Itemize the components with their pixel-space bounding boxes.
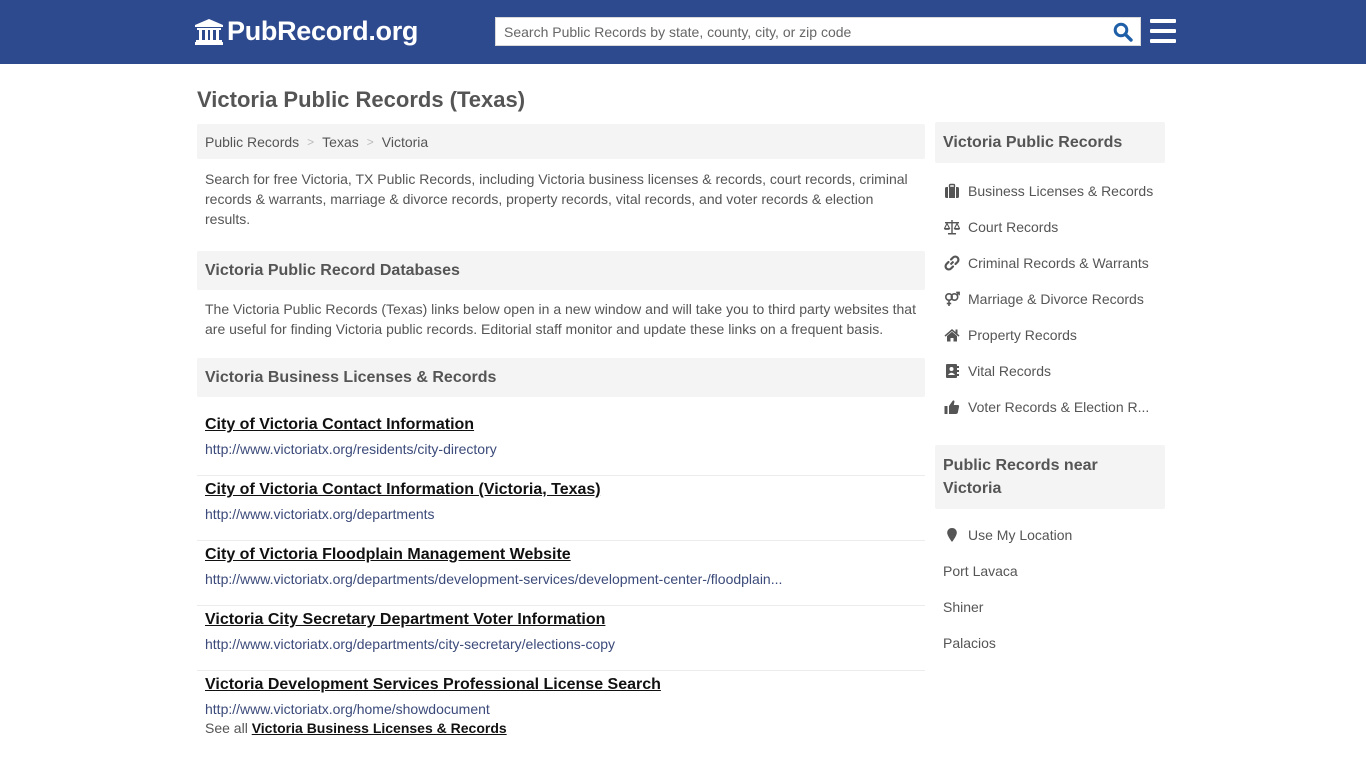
sidebar-item-label: Court Records	[968, 219, 1059, 235]
sidebar-item-property-records[interactable]: Property Records	[935, 317, 1165, 353]
intro-text: Search for free Victoria, TX Public Reco…	[205, 171, 908, 227]
search-bar	[495, 17, 1141, 46]
thumbs-up-icon	[943, 399, 960, 415]
address-book-icon	[943, 363, 960, 379]
business-heading: Victoria Business Licenses & Records	[197, 358, 925, 397]
sidebar-item-criminal-records[interactable]: Criminal Records & Warrants	[935, 245, 1165, 281]
record-link-title[interactable]: City of Victoria Contact Information	[205, 415, 917, 435]
sidebar-records-heading: Victoria Public Records	[935, 122, 1165, 163]
record-link-title[interactable]: City of Victoria Contact Information (Vi…	[205, 480, 917, 500]
sidebar-item-voter-records[interactable]: Voter Records & Election R...	[935, 389, 1165, 425]
business-link-list: City of Victoria Contact Information htt…	[197, 411, 925, 736]
sidebar-item-label: Marriage & Divorce Records	[968, 291, 1144, 307]
site-logo[interactable]: PubRecord.org	[195, 16, 418, 47]
sidebar-records-list: Business Licenses & Records Court Record…	[935, 163, 1165, 425]
sidebar-near-heading: Public Records near Victoria	[935, 445, 1165, 509]
search-button[interactable]	[1106, 18, 1140, 45]
sidebar-item-label: Criminal Records & Warrants	[968, 255, 1149, 271]
nearby-places-list: Use My Location Port Lavaca Shiner Palac…	[935, 509, 1165, 661]
use-my-location-label: Use My Location	[968, 527, 1073, 543]
databases-heading: Victoria Public Record Databases	[197, 251, 925, 290]
sidebar: Victoria Public Records Business License…	[935, 122, 1165, 661]
nearby-place-shiner[interactable]: Shiner	[935, 589, 1165, 625]
top-navigation-bar: PubRecord.org	[0, 0, 1366, 64]
sidebar-item-label: Vital Records	[968, 363, 1052, 379]
menu-bar-line	[1150, 19, 1176, 23]
menu-bar-line	[1150, 29, 1176, 33]
breadcrumb-public-records[interactable]: Public Records	[205, 134, 299, 150]
search-icon	[1113, 22, 1133, 42]
balance-scale-icon	[943, 219, 960, 235]
record-link-url: http://www.victoriatx.org/residents/city…	[205, 441, 497, 457]
record-link-title[interactable]: City of Victoria Floodplain Management W…	[205, 545, 917, 565]
list-item: Victoria City Secretary Department Voter…	[197, 606, 925, 671]
hamburger-menu-icon[interactable]	[1150, 19, 1176, 43]
home-icon	[943, 327, 960, 343]
breadcrumb-separator: >	[366, 134, 374, 149]
sidebar-item-label: Business Licenses & Records	[968, 183, 1154, 199]
sidebar-item-vital-records[interactable]: Vital Records	[935, 353, 1165, 389]
menu-bar-line	[1150, 39, 1176, 43]
venus-mars-icon	[943, 291, 960, 307]
nearby-place-port-lavaca[interactable]: Port Lavaca	[935, 553, 1165, 589]
see-all-link[interactable]: Victoria Business Licenses & Records	[252, 720, 507, 736]
briefcase-icon	[943, 183, 960, 199]
see-all-prefix: See all	[205, 720, 248, 736]
list-item: City of Victoria Contact Information (Vi…	[197, 476, 925, 541]
see-all-row: See all Victoria Business Licenses & Rec…	[197, 720, 925, 736]
record-link-title[interactable]: Victoria Development Services Profession…	[205, 675, 917, 695]
list-item: City of Victoria Floodplain Management W…	[197, 541, 925, 606]
breadcrumb: Public Records > Texas > Victoria	[197, 124, 925, 159]
databases-description: The Victoria Public Records (Texas) link…	[205, 301, 916, 337]
record-link-url: http://www.victoriatx.org/departments/ci…	[205, 636, 616, 652]
sidebar-item-court-records[interactable]: Court Records	[935, 209, 1165, 245]
record-link-url: http://www.victoriatx.org/home/showdocum…	[205, 701, 490, 717]
nearby-place-palacios[interactable]: Palacios	[935, 625, 1165, 661]
sidebar-item-label: Voter Records & Election R...	[968, 399, 1150, 415]
main-content: Public Records > Texas > Victoria Search…	[197, 124, 925, 736]
record-link-title[interactable]: Victoria City Secretary Department Voter…	[205, 610, 917, 630]
sidebar-item-business-licenses[interactable]: Business Licenses & Records	[935, 173, 1165, 209]
record-link-url: http://www.victoriatx.org/departments/de…	[205, 571, 783, 587]
sidebar-item-marriage-divorce[interactable]: Marriage & Divorce Records	[935, 281, 1165, 317]
courthouse-icon	[195, 18, 223, 45]
breadcrumb-separator: >	[307, 134, 315, 149]
breadcrumb-texas[interactable]: Texas	[322, 134, 359, 150]
list-item: City of Victoria Contact Information htt…	[197, 411, 925, 476]
breadcrumb-victoria[interactable]: Victoria	[382, 134, 428, 150]
sidebar-item-label: Property Records	[968, 327, 1077, 343]
map-marker-icon	[943, 527, 960, 543]
record-link-url: http://www.victoriatx.org/departments	[205, 506, 435, 522]
use-my-location-button[interactable]: Use My Location	[935, 517, 1165, 553]
page-title: Victoria Public Records (Texas)	[197, 87, 526, 112]
link-icon	[943, 255, 960, 271]
logo-text: PubRecord.org	[227, 16, 419, 46]
search-input[interactable]	[496, 18, 1106, 45]
